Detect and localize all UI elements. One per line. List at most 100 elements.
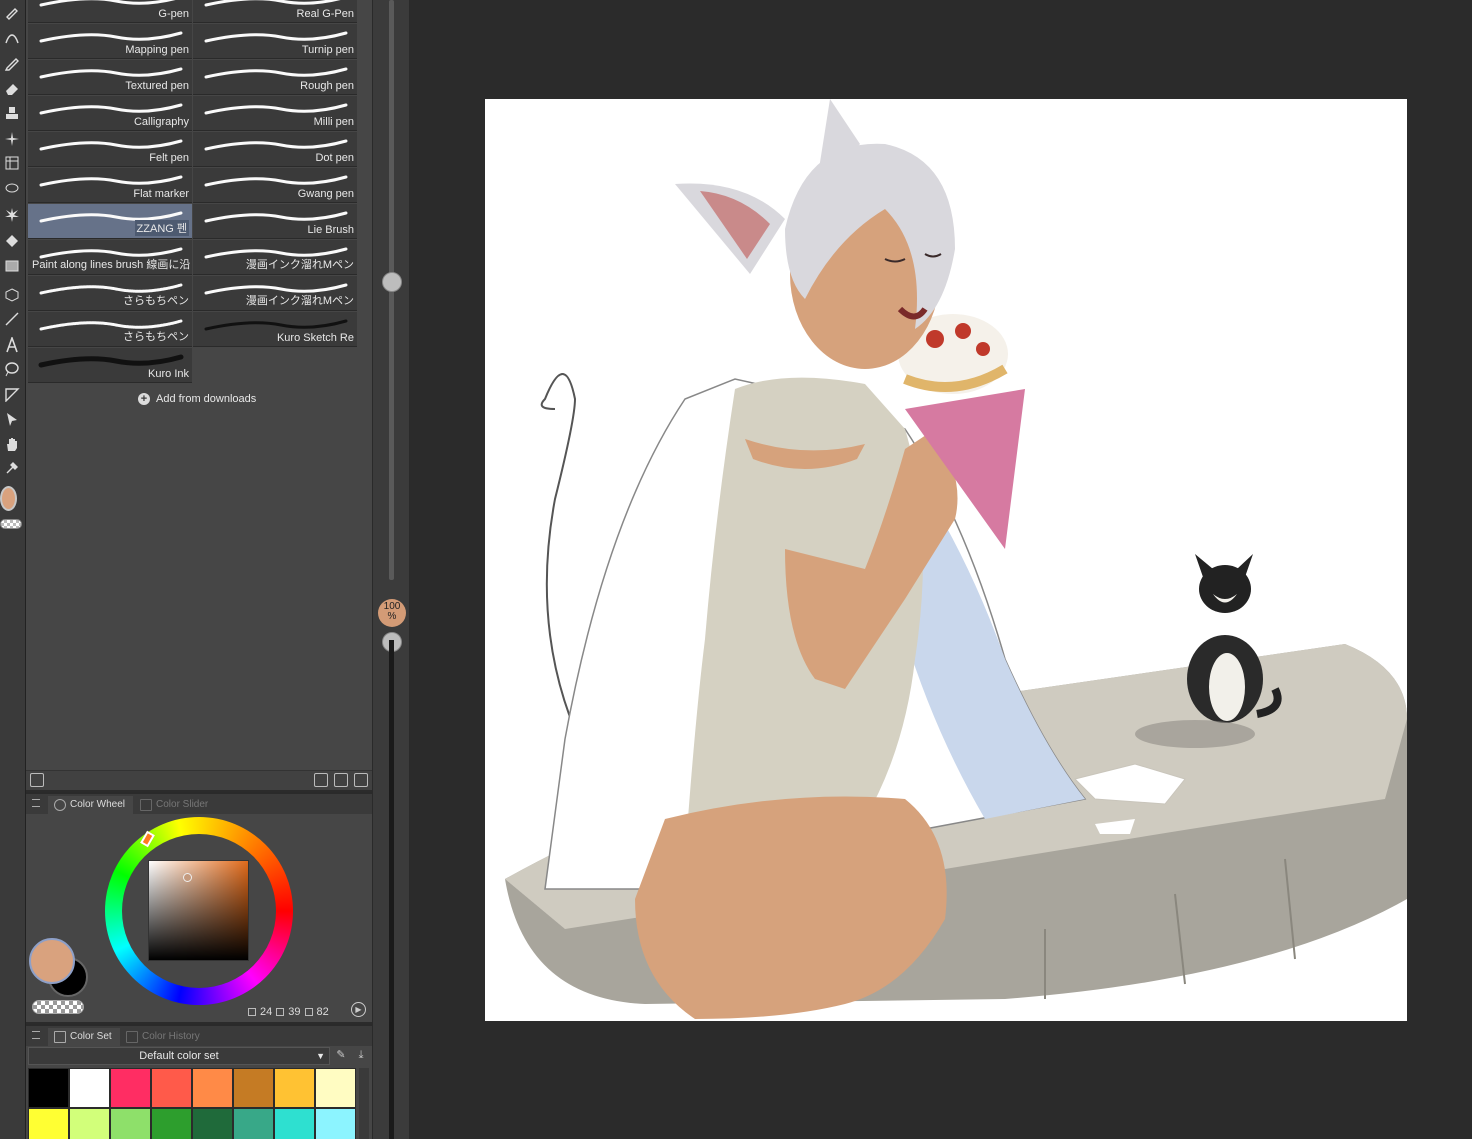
color-swatch-grid [28,1068,356,1139]
panel-menu-icon[interactable] [32,799,40,807]
color-swatch[interactable] [28,1108,69,1139]
gradient-tool-icon[interactable] [1,255,23,277]
brush-item[interactable]: Real G-Pen [193,0,357,23]
brush-item[interactable]: 漫画インク溜れMペン [193,276,357,311]
color-set-dropdown[interactable]: Default color set ▼ [28,1047,330,1065]
text-tool-icon[interactable] [1,334,23,356]
3d-object-icon[interactable] [1,284,23,306]
brush-item[interactable]: Flat marker [28,168,192,203]
brush-panel: G-pen Real G-Pen Mapping pen Turnip pen Text… [26,0,372,790]
hand-tool-icon[interactable] [1,433,23,455]
color-swatch[interactable] [233,1068,274,1108]
brush-item[interactable]: Gwang pen [193,168,357,203]
color-swatch[interactable] [69,1068,110,1108]
wrench-icon[interactable]: ✎ [334,1048,348,1062]
color-swatch[interactable] [151,1068,192,1108]
brush-item[interactable]: Mapping pen [28,24,192,59]
brush-label: Gwang pen [297,188,354,200]
brush-item[interactable]: Kuro Ink [28,348,192,383]
transparent-color-swatch[interactable] [0,519,22,529]
brush-item[interactable]: Milli pen [193,96,357,131]
color-set-tab-icon [54,1031,66,1043]
tab-color-history[interactable]: Color History [120,1028,208,1046]
color-mode-toggle-icon[interactable]: ▶ [351,1002,366,1017]
brush-settings-icon[interactable] [30,773,44,787]
zoom-unit: % [387,611,397,622]
color-swatch[interactable] [28,1068,69,1108]
brush-tool-icon[interactable] [1,26,23,48]
color-swatch[interactable] [315,1108,356,1139]
brush-item[interactable]: 漫画インク溜れMペン [193,240,357,275]
brush-item[interactable]: Lie Brush [193,204,357,239]
zoom-level-badge[interactable]: 100 % [378,599,406,627]
canvas-area[interactable] [410,0,1472,1139]
saturation-value: 39 [288,1006,301,1018]
brush-item[interactable]: Felt pen [28,132,192,167]
tab-color-set[interactable]: Color Set [48,1028,120,1046]
eraser-tool-icon[interactable] [1,78,23,100]
tab-color-slider[interactable]: Color Slider [134,796,216,814]
brush-label: G-pen [158,8,189,20]
frame-tool-icon[interactable] [1,152,23,174]
color-swatch[interactable] [192,1068,233,1108]
main-color-swatch[interactable] [0,486,17,511]
brush-item[interactable]: さらもちペン [28,312,192,347]
object-select-icon[interactable] [1,408,23,430]
color-swatch[interactable] [151,1108,192,1139]
ruler-tool-icon[interactable] [1,383,23,405]
panel-menu-icon[interactable] [32,1031,40,1039]
brush-item[interactable]: ZZANG 펜 [28,204,192,239]
rotation-slider-knob[interactable] [382,272,402,292]
color-swatch[interactable] [233,1108,274,1139]
import-brush-icon[interactable] [314,773,328,787]
color-set-tabs: Color Set Color History [26,1026,372,1046]
brush-item[interactable]: さらもちペン [28,276,192,311]
color-swatch[interactable] [274,1108,315,1139]
delete-brush-icon[interactable] [354,773,368,787]
brush-item[interactable]: Dot pen [193,132,357,167]
duplicate-brush-icon[interactable] [334,773,348,787]
brush-label: Calligraphy [133,116,189,128]
color-swatch[interactable] [110,1108,151,1139]
main-color-circle[interactable] [29,938,75,984]
transparent-color-button[interactable] [32,1000,84,1014]
eyedropper-icon[interactable] [1,457,23,479]
pen-tool-icon[interactable] [1,1,23,23]
saturation-value-square[interactable] [148,860,249,961]
fill-tool-icon[interactable] [1,230,23,252]
zoom-slider-track[interactable] [389,640,394,1139]
artwork-canvas[interactable] [485,99,1407,1021]
add-from-downloads-button[interactable]: + Add from downloads [138,393,256,405]
color-swatch[interactable] [110,1068,151,1108]
navigator-zoom-strip: 100 % [372,0,410,1139]
color-swatch[interactable] [274,1068,315,1108]
pencil-tool-icon[interactable] [1,52,23,74]
brush-label: Kuro Sketch Re [276,332,354,344]
magic-wand-icon[interactable] [1,204,23,226]
color-swatch[interactable] [315,1068,356,1108]
balloon-tool-icon[interactable] [1,358,23,380]
line-tool-icon[interactable] [1,308,23,330]
tab-color-wheel[interactable]: Color Wheel [48,796,134,814]
brush-item[interactable]: Kuro Sketch Re [193,312,357,347]
color-wheel-panel: Color Wheel Color Slider 24 39 82 ▶ [26,792,372,1022]
color-wheel-tab-icon [54,799,66,811]
color-set-scrollbar[interactable] [359,1068,369,1139]
sv-cursor[interactable] [183,873,192,882]
brush-label: Turnip pen [301,44,354,56]
color-swatch[interactable] [69,1108,110,1139]
brush-item[interactable]: Textured pen [28,60,192,95]
brush-item[interactable]: Calligraphy [28,96,192,131]
color-swatch[interactable] [192,1108,233,1139]
stamp-tool-icon[interactable] [1,102,23,124]
brush-item[interactable]: Turnip pen [193,24,357,59]
brush-label: 漫画インク溜れMペン [245,295,354,307]
brush-label: Flat marker [133,188,189,200]
sparkle-tool-icon[interactable] [1,128,23,150]
add-from-downloads-label: Add from downloads [156,393,257,405]
brush-item[interactable]: Paint along lines brush 線画に沿 [28,240,192,275]
lasso-tool-icon[interactable] [1,178,23,200]
brush-item[interactable]: Rough pen [193,60,357,95]
import-color-set-icon[interactable]: ⤓ [354,1048,368,1062]
brush-item[interactable]: G-pen [28,0,192,23]
